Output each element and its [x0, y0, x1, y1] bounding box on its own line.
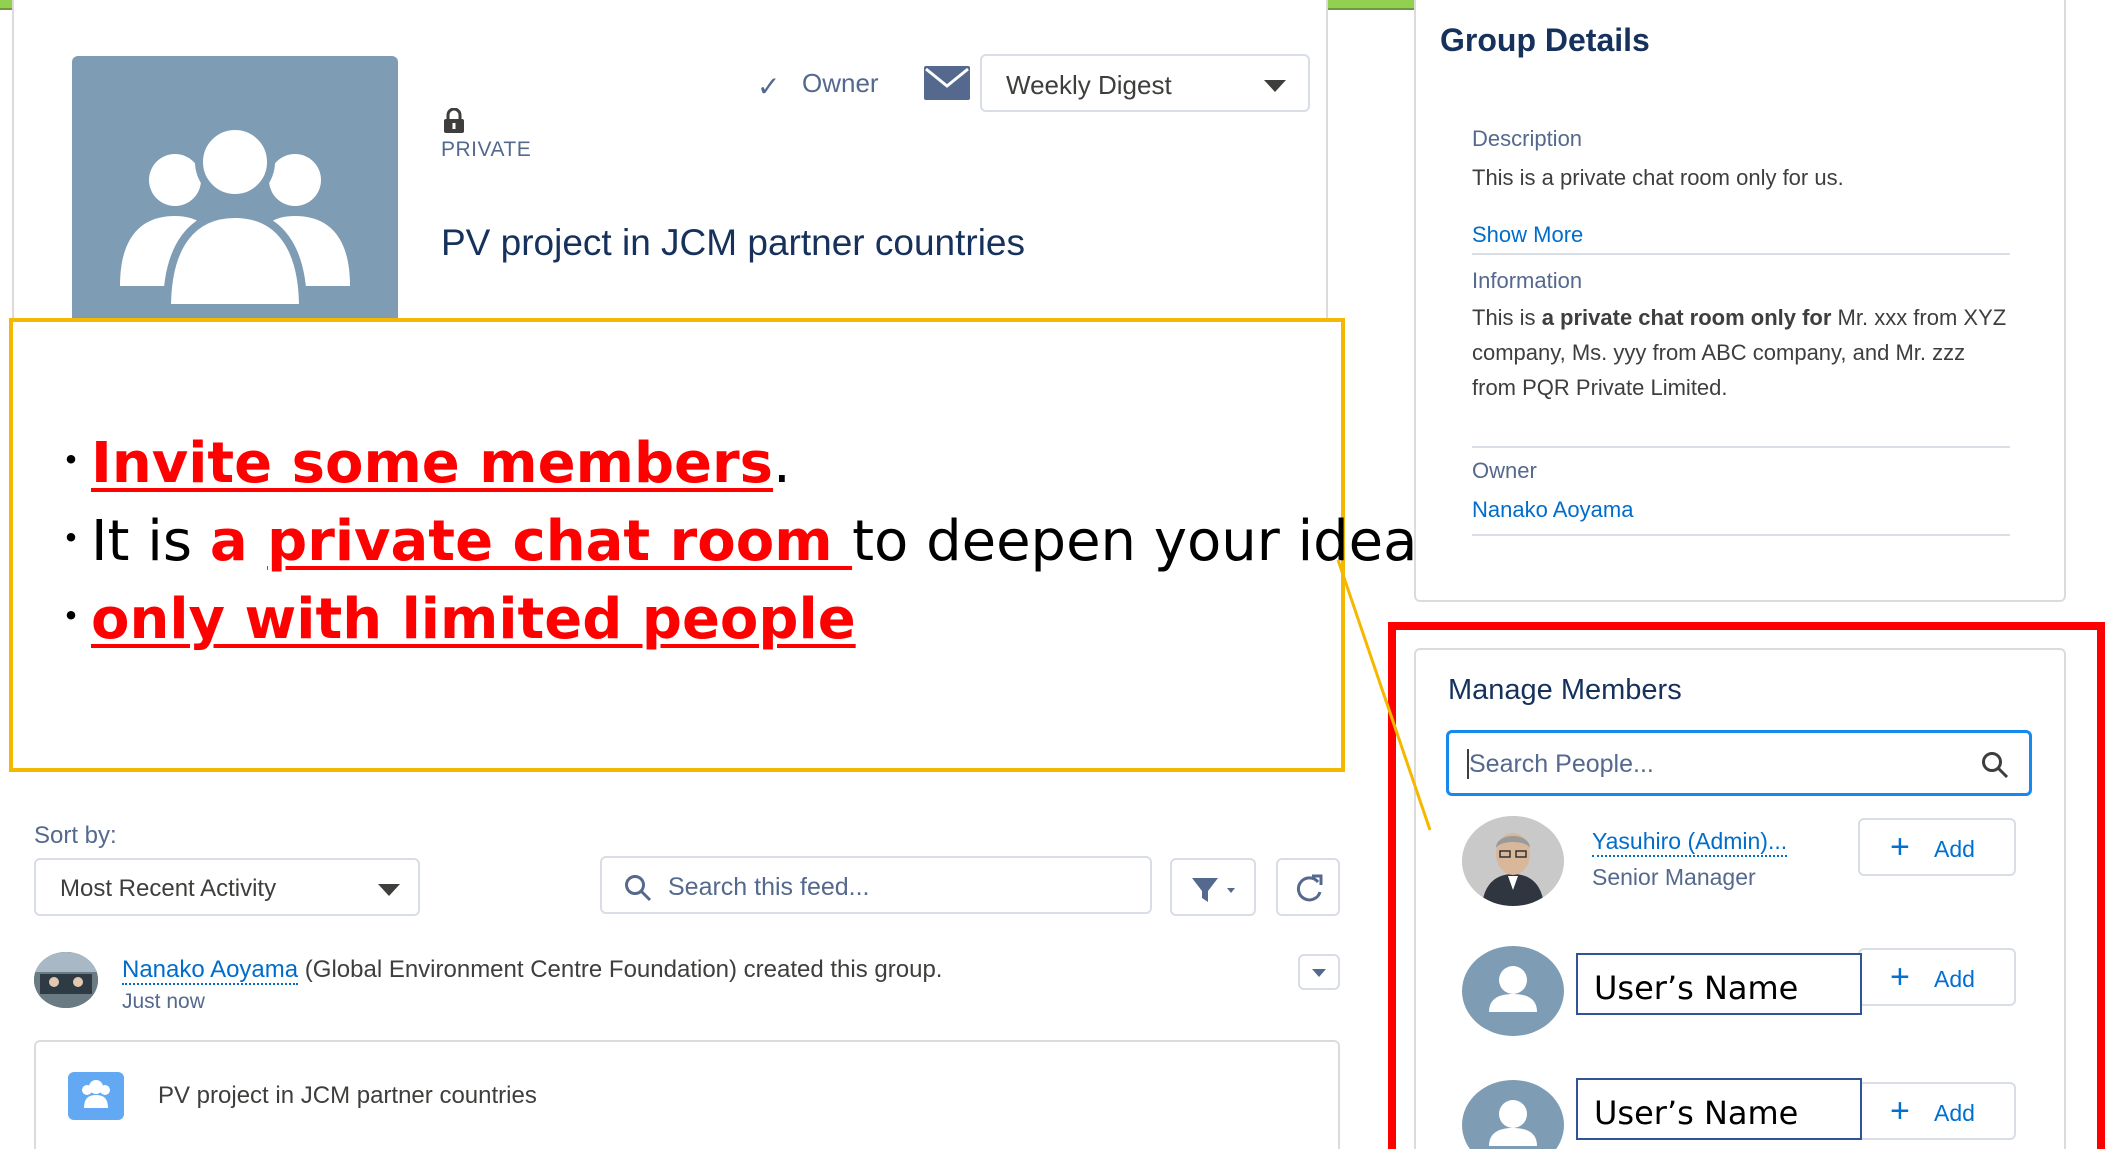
member-name-link[interactable]: Yasuhiro (Admin)... — [1592, 828, 1788, 857]
feed-search-input[interactable]: Search this feed... — [600, 856, 1152, 914]
instruction-callout: ・Invite some members. ・It is a private c… — [9, 318, 1417, 772]
owner-label: Owner — [1472, 458, 1537, 483]
information-label: Information — [1472, 268, 1583, 293]
search-icon — [1982, 752, 2009, 779]
avatar[interactable] — [1462, 816, 1564, 906]
divider — [1472, 534, 2010, 536]
information-text: This is a private chat room only for Mr.… — [1472, 305, 2007, 400]
description-label: Description — [1472, 126, 1583, 151]
avatar[interactable] — [1462, 946, 1564, 1036]
post-group-name: PV project in JCM partner countries — [158, 1082, 537, 1109]
owner-status: Owner — [802, 68, 879, 98]
plus-icon: + — [1890, 828, 1910, 866]
email-digest-select[interactable]: Weekly Digest — [980, 54, 1310, 112]
filter-button[interactable] — [1170, 858, 1256, 916]
user-name-box: User’s Name — [1576, 953, 1862, 1015]
group-title: PV project in JCM partner countries — [441, 222, 1026, 263]
filter-icon — [1192, 878, 1235, 902]
post-timestamp: Just now — [122, 990, 205, 1013]
group-people-icon — [120, 122, 350, 312]
group-details-title: Group Details — [1440, 22, 1650, 58]
add-member-button[interactable]: + Add — [1858, 818, 2016, 876]
show-more-link[interactable]: Show More — [1472, 222, 1583, 248]
author-photo — [34, 952, 98, 1008]
plus-icon: + — [1890, 958, 1910, 996]
add-member-button[interactable]: + Add — [1858, 1082, 2016, 1140]
chevron-down-icon — [1264, 80, 1286, 92]
lock-icon — [444, 108, 464, 133]
member-photo — [1462, 816, 1564, 906]
sort-label: Sort by: — [34, 822, 117, 849]
search-people-placeholder: Search People... — [1469, 750, 1654, 778]
sort-value: Most Recent Activity — [60, 875, 277, 902]
post-author-link[interactable]: Nanako Aoyama — [122, 956, 299, 985]
refresh-icon — [1296, 874, 1323, 902]
email-icon — [924, 66, 970, 100]
group-icon — [68, 1072, 124, 1120]
refresh-button[interactable] — [1276, 858, 1340, 916]
feed-post-text: Nanako Aoyama (Global Environment Centre… — [122, 956, 943, 985]
check-icon: ✓ — [757, 71, 781, 102]
callout-line-private: ・It is a private chat room to deepen you… — [51, 509, 1418, 574]
avatar[interactable] — [34, 952, 98, 1008]
sort-select[interactable]: Most Recent Activity — [34, 858, 420, 916]
search-icon — [625, 875, 652, 902]
callout-line-invite: ・Invite some members. — [51, 431, 791, 496]
owner-link[interactable]: Nanako Aoyama — [1472, 497, 1633, 523]
callout-line-limited: ・only with limited people — [51, 587, 856, 652]
search-people-input[interactable]: Search People... — [1446, 730, 2032, 796]
description-text: This is a private chat room only for us. — [1472, 165, 1844, 190]
plus-icon: + — [1890, 1092, 1910, 1130]
chevron-down-icon — [378, 884, 400, 896]
group-avatar — [72, 56, 398, 326]
manage-members-title: Manage Members — [1448, 674, 1682, 706]
member-title: Senior Manager — [1592, 864, 1756, 890]
digest-value: Weekly Digest — [1006, 70, 1172, 100]
group-post-card[interactable]: PV project in JCM partner countries — [34, 1040, 1340, 1149]
feed-search-placeholder: Search this feed... — [668, 873, 870, 901]
divider — [1472, 253, 2010, 255]
user-name-box: User’s Name — [1576, 1078, 1862, 1140]
user-placeholder-icon — [1489, 966, 1537, 1012]
privacy-label: PRIVATE — [441, 138, 532, 161]
post-actions-menu[interactable] — [1298, 954, 1340, 990]
divider — [1472, 446, 2010, 448]
add-member-button[interactable]: + Add — [1858, 948, 2016, 1006]
